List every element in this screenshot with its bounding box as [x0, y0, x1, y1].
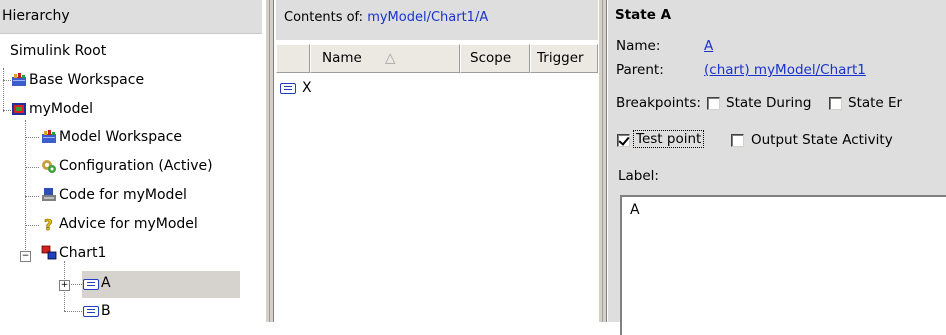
tree-item-label: A	[101, 275, 111, 291]
contents-prefix: Contents of:	[284, 10, 368, 25]
name-label: Name:	[616, 38, 661, 54]
state-title: State A	[615, 7, 672, 23]
tree-item-code[interactable]: Code for myModel	[41, 187, 251, 205]
contents-pane: Contents of: myModel/Chart1/A Name △ Sco…	[276, 0, 598, 322]
tree-line	[25, 196, 39, 197]
tree-line	[3, 110, 11, 111]
tree-line	[25, 167, 39, 168]
column-header-scope-label: Scope	[470, 50, 512, 66]
sort-ascending-icon: △	[385, 50, 396, 66]
tree-item-label: Model Workspace	[59, 129, 183, 145]
output-state-activity-label: Output State Activity	[751, 132, 893, 148]
state-properties-pane: State A Name: A Parent: (chart) myModel/…	[608, 0, 946, 335]
tree-item-label: Chart1	[59, 245, 107, 261]
chart-icon	[41, 245, 57, 260]
tree-line	[3, 80, 11, 81]
parent-link[interactable]: (chart) myModel/Chart1	[704, 62, 866, 78]
model-icon	[12, 103, 26, 115]
tree-line	[25, 225, 39, 226]
output-state-activity-checkbox[interactable]	[731, 134, 744, 147]
state-icon	[83, 279, 99, 290]
state-entry-checkbox[interactable]	[829, 97, 842, 110]
code-icon	[42, 188, 56, 201]
label-text: A	[630, 202, 640, 218]
parent-label: Parent:	[616, 62, 664, 78]
tree-item-configuration[interactable]: Configuration (Active)	[41, 158, 261, 176]
tree-item-label: myModel	[29, 101, 93, 117]
tree-expander[interactable]: −	[20, 251, 31, 262]
name-link[interactable]: A	[704, 38, 713, 54]
hierarchy-pane: Hierarchy Simulink Root Base Workspace m…	[0, 0, 262, 322]
column-header-icon[interactable]	[276, 44, 310, 73]
configuration-icon	[42, 160, 56, 173]
tree-line	[25, 137, 39, 138]
test-point-checkbox[interactable]	[617, 134, 630, 147]
label-label: Label:	[618, 168, 659, 184]
tree-item-label: Advice for myModel	[59, 216, 198, 232]
contents-header: Contents of: myModel/Chart1/A	[276, 0, 598, 40]
column-header-name-label: Name	[322, 50, 362, 66]
svg-text:?: ?	[44, 216, 53, 232]
tree-line	[3, 68, 4, 112]
column-header-scope[interactable]: Scope	[460, 44, 530, 73]
workspace-icon	[12, 73, 26, 86]
contents-path-link[interactable]: myModel/Chart1/A	[367, 10, 488, 25]
tree-expander[interactable]: +	[59, 280, 70, 291]
tree-item-label: Code for myModel	[59, 187, 187, 203]
test-point-label[interactable]: Test point	[633, 130, 705, 148]
tree-item-b[interactable]: B	[101, 303, 111, 319]
tree-line	[64, 311, 82, 312]
tree-item-model-workspace[interactable]: Model Workspace	[41, 129, 251, 147]
state-during-checkbox[interactable]	[707, 97, 720, 110]
tree-item-mymodel[interactable]: myModel	[11, 101, 211, 119]
tree-item-label: Configuration (Active)	[59, 158, 213, 174]
state-entry-label: State Er	[848, 95, 903, 111]
hierarchy-header-label: Hierarchy	[2, 8, 70, 24]
column-header-trigger[interactable]: Trigger	[530, 44, 598, 73]
tree-item-simulink-root[interactable]: Simulink Root	[10, 43, 106, 59]
label-textarea[interactable]: A	[620, 195, 946, 335]
tree-item-chart1[interactable]: Chart1	[41, 245, 241, 263]
column-header-trigger-label: Trigger	[537, 50, 584, 66]
tree-item-advice[interactable]: ? Advice for myModel	[41, 216, 251, 234]
data-icon	[280, 83, 296, 94]
row-name: X	[302, 80, 312, 96]
breakpoints-label: Breakpoints:	[616, 95, 701, 111]
tree-item-base-workspace[interactable]: Base Workspace	[11, 72, 211, 90]
pane-splitter[interactable]	[598, 0, 607, 322]
table-row[interactable]: X	[276, 78, 526, 100]
column-header-name[interactable]: Name △	[310, 44, 460, 73]
advice-icon: ?	[44, 216, 53, 232]
tree-line	[25, 120, 26, 260]
workspace-icon	[42, 130, 56, 143]
pane-splitter[interactable]	[265, 0, 274, 322]
state-icon	[83, 306, 99, 317]
tree-item-label: Base Workspace	[29, 72, 145, 88]
hierarchy-header[interactable]: Hierarchy	[0, 0, 262, 34]
state-during-label: State During	[726, 95, 812, 111]
